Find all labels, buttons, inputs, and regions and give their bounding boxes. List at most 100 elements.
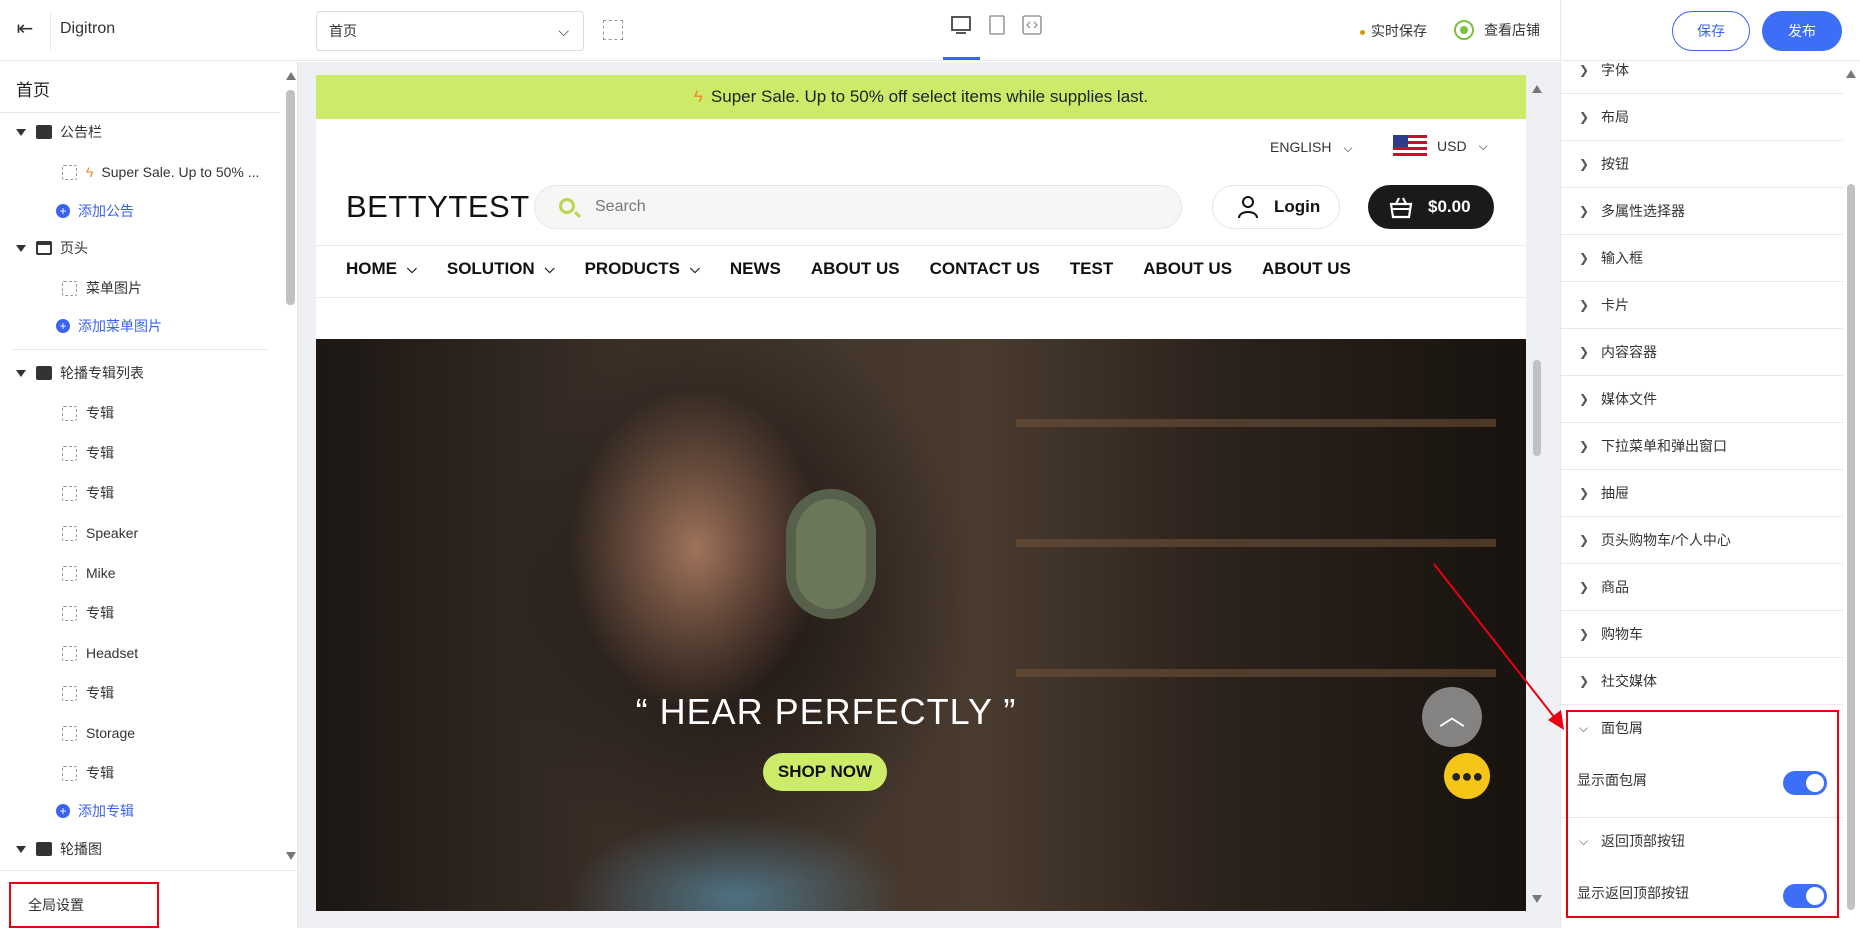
- global-settings-label: 全局设置: [28, 897, 84, 913]
- nav-item-news[interactable]: NEWS: [730, 256, 781, 282]
- accordion-drawer[interactable]: ❯ 抽屉: [1561, 470, 1843, 517]
- currency-selector[interactable]: USD ⌵: [1393, 135, 1488, 157]
- tree-item-menu-image[interactable]: 菜单图片: [62, 277, 142, 299]
- tree-section-carousel[interactable]: 轮播图: [16, 838, 102, 860]
- tree-section-announcement[interactable]: 公告栏: [16, 121, 102, 143]
- tree-item-album[interactable]: Headset: [62, 642, 138, 664]
- accordion-media[interactable]: ❯ 媒体文件: [1561, 376, 1843, 423]
- exit-icon[interactable]: ⇤: [12, 16, 38, 42]
- scroll-up-icon[interactable]: [1846, 70, 1856, 78]
- accordion-variant-picker[interactable]: ❯ 多属性选择器: [1561, 188, 1843, 235]
- shop-now-button[interactable]: SHOP NOW: [763, 753, 887, 791]
- right-scrollbar[interactable]: [1845, 62, 1857, 928]
- tree-item-label: 专辑: [86, 605, 114, 621]
- block-icon: [62, 280, 77, 296]
- tablet-view-icon[interactable]: [986, 14, 1008, 36]
- global-settings-button[interactable]: 全局设置: [0, 870, 298, 928]
- accordion-font[interactable]: ❯ 字体: [1561, 62, 1843, 94]
- tree-item-album[interactable]: 专辑: [62, 482, 114, 504]
- code-view-icon[interactable]: [1021, 14, 1043, 36]
- user-icon: [1238, 196, 1258, 219]
- block-icon: [62, 445, 77, 461]
- nav-item-about-us[interactable]: ABOUT US: [1143, 256, 1232, 282]
- publish-button[interactable]: 发布: [1762, 11, 1842, 51]
- accordion-header-cart[interactable]: ❯ 页头购物车/个人中心: [1561, 517, 1843, 564]
- desktop-view-icon[interactable]: [950, 14, 972, 36]
- add-announcement-button[interactable]: + 添加公告: [56, 200, 134, 222]
- tree-item-album[interactable]: 专辑: [62, 402, 114, 424]
- announcement-bar[interactable]: ϟ Super Sale. Up to 50% off select items …: [316, 75, 1526, 119]
- login-label: Login: [1274, 197, 1321, 216]
- tree-item-announcement[interactable]: ϟ Super Sale. Up to 50% ...: [62, 161, 259, 183]
- scroll-up-icon[interactable]: [286, 72, 296, 80]
- tree-item-album[interactable]: Mike: [62, 562, 116, 584]
- nav-item-about-us[interactable]: ABOUT US: [811, 256, 900, 282]
- scroll-down-icon[interactable]: [286, 852, 296, 860]
- select-tool-icon[interactable]: [603, 20, 623, 40]
- tree-item-album[interactable]: 专辑: [62, 682, 114, 704]
- accordion-social-media[interactable]: ❯ 社交媒体: [1561, 658, 1843, 705]
- nav-label: ABOUT US: [1143, 259, 1233, 278]
- scroll-thumb[interactable]: [1533, 360, 1541, 456]
- language-label: ENGLISH: [1270, 139, 1332, 155]
- accordion-container[interactable]: ❯ 内容容器: [1561, 329, 1843, 376]
- cart-button[interactable]: $0.00: [1368, 185, 1494, 229]
- accordion-label: 卡片: [1601, 297, 1629, 313]
- accordion-label: 商品: [1601, 579, 1629, 595]
- nav-item-home[interactable]: HOME ⌵: [346, 256, 417, 282]
- nav-item-contact-us[interactable]: CONTACT US: [930, 256, 1040, 282]
- accordion-label: 媒体文件: [1601, 391, 1657, 407]
- nav-item-products[interactable]: PRODUCTS ⌵: [585, 256, 700, 282]
- tree-item-label: 专辑: [86, 765, 114, 781]
- tree-item-album[interactable]: Speaker: [62, 522, 138, 544]
- scroll-thumb[interactable]: [286, 90, 295, 305]
- search-bar[interactable]: Search: [534, 185, 1182, 229]
- chevron-down-icon: ⌵: [544, 261, 555, 276]
- accordion-dropdown-popup[interactable]: ❯ 下拉菜单和弹出窗口: [1561, 423, 1843, 470]
- language-selector[interactable]: ENGLISH ⌵: [1270, 139, 1353, 156]
- tree-item-album[interactable]: Storage: [62, 722, 135, 744]
- chat-button[interactable]: ●●●: [1444, 753, 1490, 799]
- tree-section-label: 公告栏: [60, 124, 102, 140]
- search-icon: [559, 198, 575, 214]
- add-menu-image-button[interactable]: + 添加菜单图片: [56, 315, 162, 337]
- accordion-product[interactable]: ❯ 商品: [1561, 564, 1843, 611]
- nav-label: ABOUT US: [1262, 259, 1351, 278]
- tree-section-album-carousel[interactable]: 轮播专辑列表: [16, 362, 144, 384]
- login-button[interactable]: Login: [1212, 185, 1340, 229]
- scroll-up-icon[interactable]: [1532, 85, 1542, 93]
- scroll-thumb[interactable]: [1847, 184, 1855, 910]
- accordion-input[interactable]: ❯ 输入框: [1561, 235, 1843, 282]
- accordion-button[interactable]: ❯ 按钮: [1561, 141, 1843, 188]
- lightning-icon: ϟ: [86, 164, 94, 180]
- annotation-arrow-icon: [1433, 563, 1564, 730]
- chevron-right-icon: ❯: [1579, 439, 1590, 453]
- tree-section-header[interactable]: 页头: [16, 237, 88, 259]
- page-select-value: 首页: [329, 23, 357, 39]
- site-logo[interactable]: BETTYTEST: [346, 189, 530, 225]
- view-store-link[interactable]: 查看店铺: [1454, 20, 1540, 40]
- save-button[interactable]: 保存: [1672, 11, 1750, 51]
- hero-background-detail: [1016, 669, 1496, 677]
- image-icon: [36, 842, 52, 856]
- tree-item-label: Storage: [86, 725, 136, 741]
- block-icon: [62, 485, 77, 501]
- tree-item-album[interactable]: 专辑: [62, 442, 114, 464]
- add-album-button[interactable]: + 添加专辑: [56, 800, 134, 822]
- nav-item-solution[interactable]: SOLUTION ⌵: [447, 256, 555, 282]
- tree-item-album[interactable]: 专辑: [62, 602, 114, 624]
- nav-item-test[interactable]: TEST: [1070, 256, 1113, 282]
- accordion-card[interactable]: ❯ 卡片: [1561, 282, 1843, 329]
- hero-banner[interactable]: “ HEAR PERFECTLY ” SHOP NOW ︿ ●●●: [316, 339, 1526, 911]
- accordion-layout[interactable]: ❯ 布局: [1561, 94, 1843, 141]
- canvas-scrollbar[interactable]: [1530, 75, 1544, 911]
- scroll-down-icon[interactable]: [1532, 895, 1542, 903]
- accordion-label: 下拉菜单和弹出窗口: [1601, 438, 1727, 454]
- tree-item-album[interactable]: 专辑: [62, 762, 114, 784]
- left-scrollbar[interactable]: [285, 62, 297, 872]
- page-select[interactable]: 首页 ⌵: [316, 11, 584, 51]
- site-preview[interactable]: ϟ Super Sale. Up to 50% off select items …: [316, 75, 1526, 911]
- nav-item-about-us[interactable]: ABOUT US: [1262, 256, 1351, 282]
- accordion-cart[interactable]: ❯ 购物车: [1561, 611, 1843, 658]
- tree-section-label: 页头: [60, 240, 88, 256]
